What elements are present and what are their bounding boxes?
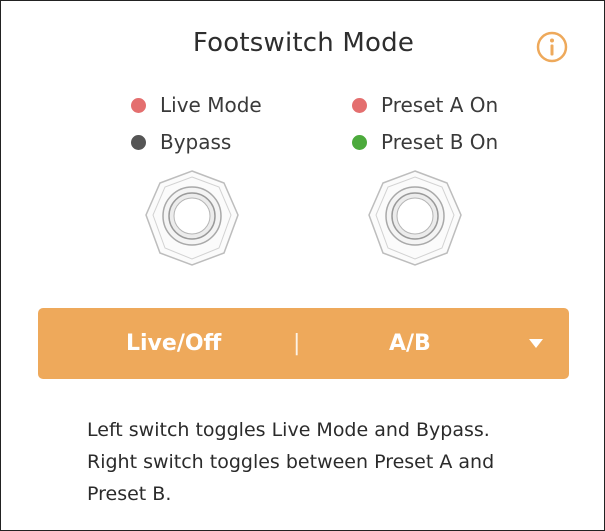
legend-preset-b: Preset B On bbox=[352, 130, 498, 154]
page-title: Footswitch Mode bbox=[192, 28, 415, 58]
left-switch-mode-value: Live/Off bbox=[126, 331, 222, 356]
right-footswitch-icon[interactable] bbox=[365, 168, 465, 268]
legend-live-mode: Live Mode bbox=[131, 93, 262, 117]
chevron-down-icon[interactable] bbox=[529, 339, 543, 348]
mode-selector-dropdown[interactable]: Live/Off | A/B bbox=[38, 308, 569, 379]
footswitch-mode-panel: Footswitch Mode Live Mode Bypass Preset … bbox=[0, 0, 605, 531]
mode-separator: | bbox=[293, 331, 301, 356]
legend-preset-a: Preset A On bbox=[352, 93, 498, 117]
description-line: Preset B. bbox=[87, 483, 172, 505]
status-dot bbox=[131, 97, 146, 113]
legend-bypass: Bypass bbox=[131, 130, 231, 154]
status-dot bbox=[131, 134, 146, 150]
legend-label: Bypass bbox=[160, 130, 232, 154]
status-dot bbox=[352, 134, 367, 150]
legend-label: Live Mode bbox=[160, 93, 262, 117]
description-line: Right switch toggles between Preset A an… bbox=[87, 451, 495, 473]
mode-description: Left switch toggles Live Mode and Bypass… bbox=[87, 414, 547, 510]
right-switch-mode-value: A/B bbox=[389, 331, 431, 356]
legend-label: Preset A On bbox=[381, 93, 499, 117]
legend-label: Preset B On bbox=[381, 130, 499, 154]
description-line: Left switch toggles Live Mode and Bypass… bbox=[87, 419, 490, 441]
info-icon[interactable] bbox=[536, 31, 568, 63]
status-dot bbox=[352, 97, 367, 113]
left-footswitch-icon[interactable] bbox=[142, 168, 242, 268]
